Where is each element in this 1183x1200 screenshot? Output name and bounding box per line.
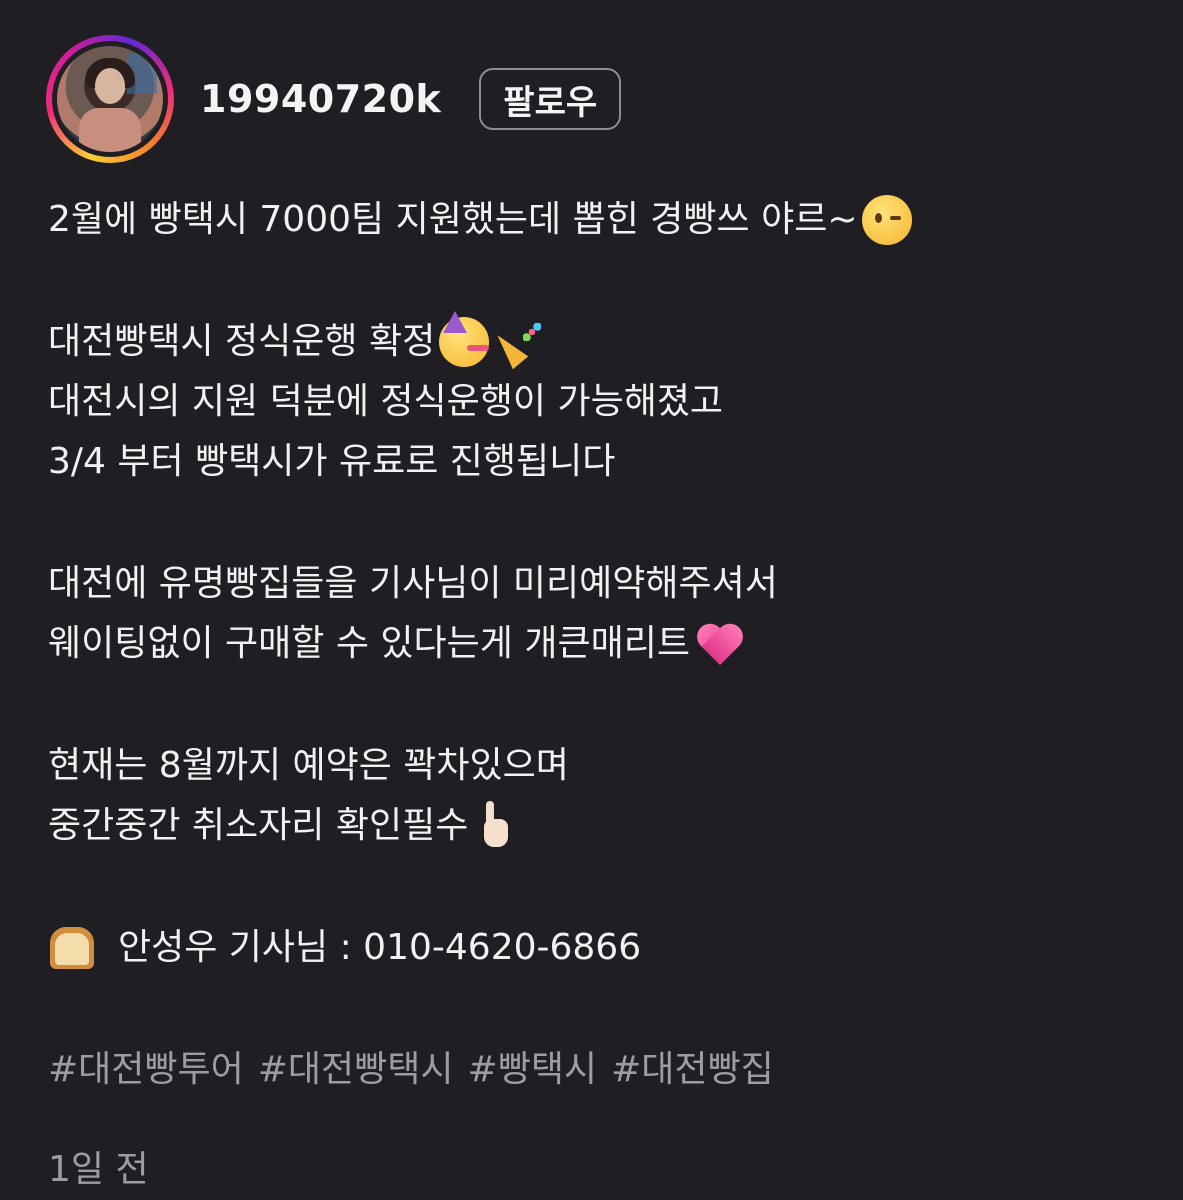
hashtag-link[interactable]: #대전빵택시 — [258, 1040, 454, 1100]
bread-icon — [48, 923, 98, 973]
post-line: 중간중간 취소자리 확인필수 — [48, 796, 1148, 856]
avatar[interactable] — [57, 46, 163, 152]
post-line: 현재는 8월까지 예약은 꽉차있으며 — [48, 745, 569, 786]
hashtag-link[interactable]: #대전빵집 — [611, 1040, 774, 1100]
growing-heart-icon — [694, 619, 746, 669]
partying-face-icon — [439, 311, 490, 367]
post-line: 대전시의 지원 덕분에 정식운행이 가능해졌고 — [48, 381, 724, 422]
post-line: 대전빵택시 정식운행 확정 — [48, 311, 1148, 372]
post-header: 19940720k 팔로우 — [46, 34, 622, 164]
hashtag-link[interactable]: #대전빵투어 — [48, 1040, 244, 1100]
pointing-up-icon — [472, 801, 512, 851]
post-line: 2월에 빵택시 7000팀 지원했는데 뽑힌 경빵쓰 야르~ — [48, 190, 1148, 250]
post-line: 웨이팅없이 구매할 수 있다는게 개큰매리트 — [48, 614, 1148, 674]
party-popper-icon — [493, 317, 547, 367]
winking-face-icon — [861, 195, 912, 245]
post-line: 안성우 기사님 : 010-4620-6866 — [48, 918, 1148, 978]
post-line: 대전에 유명빵집들을 기사님이 미리예약해주셔서 — [48, 563, 778, 604]
post-line: 3/4 부터 빵택시가 유료로 진행됩니다 — [48, 441, 616, 482]
hashtag-list: #대전빵투어 #대전빵택시 #빵택시 #대전빵집 — [48, 1040, 1148, 1100]
hashtag-link[interactable]: #빵택시 — [468, 1040, 598, 1100]
follow-button[interactable]: 팔로우 — [479, 68, 622, 130]
post-timestamp[interactable]: 1일 전 — [48, 1140, 149, 1192]
username[interactable]: 19940720k — [200, 77, 441, 121]
post-body: 2월에 빵택시 7000팀 지원했는데 뽑힌 경빵쓰 야르~ 대전빵택시 정식운… — [48, 190, 1148, 1100]
story-ring[interactable] — [46, 35, 174, 163]
